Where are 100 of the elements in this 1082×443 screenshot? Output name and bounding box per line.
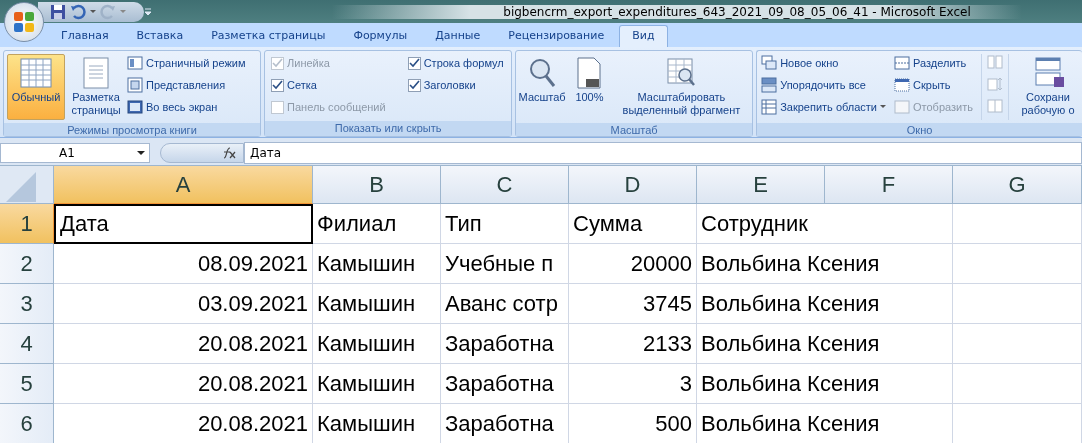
group-label: Масштаб xyxy=(516,123,753,136)
ribbon-button[interactable]: Упорядочить все xyxy=(761,76,887,94)
table-cell: Учебные п xyxy=(441,244,569,284)
ribbon-button[interactable]: Разделить xyxy=(894,54,973,72)
table-cell: 20000 xyxy=(569,244,697,284)
table-cell: 20.08.2021 xyxy=(54,364,313,404)
table-cell: 2133 xyxy=(569,324,697,364)
caret-icon xyxy=(880,105,887,109)
checkbox-option[interactable]: Сетка xyxy=(271,76,386,94)
window-icon xyxy=(761,77,778,93)
zoom-button[interactable]: Масштаб xyxy=(519,54,566,120)
table-cell: 500 xyxy=(569,404,697,443)
table-cell: Вольбина Ксения xyxy=(697,364,953,404)
group-label: Показать или скрыть xyxy=(265,121,512,136)
column-header[interactable]: C xyxy=(441,166,569,204)
checkbox-option[interactable]: Заголовки xyxy=(407,76,504,94)
column-header[interactable]: G xyxy=(953,166,1082,204)
window-icon xyxy=(894,55,911,71)
ribbon-button[interactable]: Скрыть xyxy=(894,76,973,94)
grid-icon xyxy=(20,57,52,89)
table-cell: 20.08.2021 xyxy=(54,324,313,364)
row-header[interactable]: 4 xyxy=(0,324,54,364)
view-option[interactable]: Представления xyxy=(127,76,246,94)
ribbon-tab[interactable]: Рецензирование xyxy=(495,25,618,47)
checkbox-option[interactable]: Строка формул xyxy=(407,54,504,72)
table-cell: Заработна xyxy=(441,324,569,364)
view-button[interactable]: Разметка страницы xyxy=(69,54,123,120)
table-cell: Камышин xyxy=(313,364,441,404)
ribbon-tab[interactable]: Данные xyxy=(422,25,494,47)
group-label: Окно xyxy=(757,123,1082,136)
table-cell: Камышин xyxy=(313,244,441,284)
page-layout-icon xyxy=(80,57,112,89)
formula-input[interactable]: Дата xyxy=(244,141,1082,164)
window-icon xyxy=(894,77,911,93)
table-cell: Сотрудник xyxy=(697,204,953,244)
name-box[interactable]: A1 xyxy=(0,142,150,163)
table-cell: Камышин xyxy=(313,284,441,324)
window-icon xyxy=(761,99,778,115)
column-header[interactable]: D xyxy=(569,166,697,204)
check-icon xyxy=(408,57,420,69)
ribbon-tab[interactable]: Формулы xyxy=(340,25,421,47)
view-option[interactable]: Страничный режим xyxy=(127,54,246,72)
fx-icon xyxy=(221,145,237,160)
column-header[interactable]: E xyxy=(697,166,825,204)
window-icon xyxy=(894,99,911,115)
table-cell: 3 xyxy=(569,364,697,404)
column-header[interactable]: F xyxy=(825,166,953,204)
reset-position-icon xyxy=(987,98,1003,116)
redo-icon xyxy=(100,3,116,20)
sync-scroll-icon xyxy=(987,76,1003,94)
undo-icon xyxy=(70,3,86,20)
office-logo-icon xyxy=(12,10,36,34)
table-cell: Камышин xyxy=(313,404,441,443)
ribbon-button[interactable]: Новое окно xyxy=(761,54,887,72)
table-cell: Вольбина Ксения xyxy=(697,404,953,443)
table-cell: 03.09.2021 xyxy=(54,284,313,324)
caret-icon xyxy=(137,150,145,155)
group-label: Режимы просмотра книги xyxy=(4,123,261,136)
window-title: bigbencrm_export_expenditures_643_2021_09_08_05_06_41 - Microsoft Excel xyxy=(332,4,1022,19)
table-cell: Вольбина Ксения xyxy=(697,284,953,324)
table-cell: Заработна xyxy=(441,404,569,443)
zoom-button[interactable]: Масштабировать выделенный фрагмент xyxy=(613,54,750,120)
insert-function-button[interactable] xyxy=(160,142,244,163)
table-cell: Тип xyxy=(441,204,569,244)
view-icon xyxy=(127,55,143,71)
caret-icon xyxy=(90,9,96,14)
check-icon xyxy=(272,79,284,91)
table-cell: Вольбина Ксения xyxy=(697,244,953,284)
table-cell: Аванс сотр xyxy=(441,284,569,324)
save-workspace-button[interactable]: Сохрани рабочую о xyxy=(1017,54,1079,120)
row-header[interactable]: 1 xyxy=(0,204,54,244)
view-icon xyxy=(127,99,143,115)
table-cell: 20.08.2021 xyxy=(54,404,313,443)
row-header[interactable]: 3 xyxy=(0,284,54,324)
table-cell: Вольбина Ксения xyxy=(697,324,953,364)
side-by-side-icon xyxy=(987,54,1003,72)
table-cell: Дата xyxy=(54,204,313,244)
table-cell: Сумма xyxy=(569,204,697,244)
ribbon-tab[interactable]: Разметка страницы xyxy=(198,25,339,47)
table-cell: Заработна xyxy=(441,364,569,404)
check-icon xyxy=(272,57,284,69)
row-header[interactable]: 2 xyxy=(0,244,54,284)
column-header[interactable]: A xyxy=(54,166,313,204)
caret-icon xyxy=(120,9,126,14)
ribbon-button[interactable]: Закрепить области xyxy=(761,98,887,116)
zoom-button[interactable]: 100% xyxy=(567,54,612,120)
customize-menu-icon xyxy=(144,7,152,16)
column-header[interactable]: B xyxy=(313,166,441,204)
table-cell: Камышин xyxy=(313,324,441,364)
view-option[interactable]: Во весь экран xyxy=(127,98,246,116)
table-cell: Филиал xyxy=(313,204,441,244)
ribbon-tab[interactable]: Вид xyxy=(619,25,668,47)
row-header[interactable]: 6 xyxy=(0,404,54,443)
ribbon-tab[interactable]: Главная xyxy=(48,25,122,47)
window-icon xyxy=(761,55,778,71)
table-cell: 08.09.2021 xyxy=(54,244,313,284)
view-icon xyxy=(127,77,143,93)
view-button[interactable]: Обычный xyxy=(7,54,65,120)
ribbon-tab[interactable]: Вставка xyxy=(123,25,197,47)
row-header[interactable]: 5 xyxy=(0,364,54,404)
